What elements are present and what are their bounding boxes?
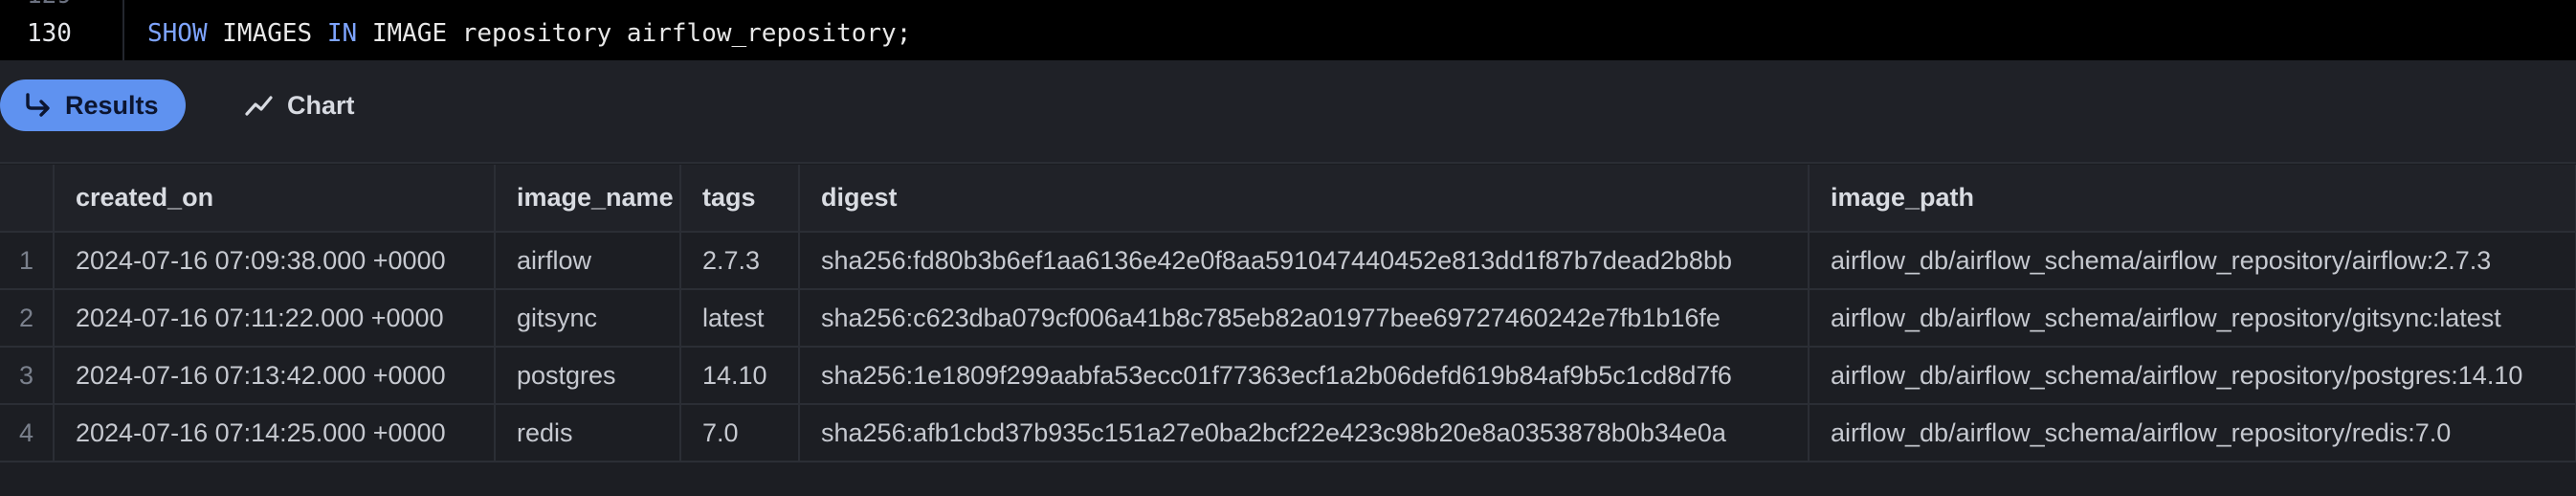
trend-line-icon (245, 94, 274, 117)
cell-tags[interactable]: latest (680, 289, 800, 348)
cell-digest[interactable]: sha256:1e1809f299aabfa53ecc01f77363ecf1a… (799, 347, 1810, 405)
tab-results-label: Results (65, 90, 159, 120)
cell-digest[interactable]: sha256:fd80b3b6ef1aa6136e42e0f8aa5910474… (799, 232, 1810, 290)
return-arrow-icon (23, 93, 52, 118)
cell-image-path[interactable]: airflow_db/airflow_schema/airflow_reposi… (1809, 347, 2576, 405)
code-images: IMAGES (207, 19, 327, 48)
cell-image-path[interactable]: airflow_db/airflow_schema/airflow_reposi… (1809, 289, 2576, 348)
cell-image-name[interactable]: gitsync (495, 289, 681, 348)
column-header-image-name[interactable]: image_name (495, 165, 681, 233)
cell-created-on[interactable]: 2024-07-16 07:14:25.000 +0000 (54, 404, 496, 462)
line-number-current: 130 (27, 19, 72, 48)
table-row[interactable]: 3 2024-07-16 07:13:42.000 +0000 postgres… (0, 347, 2576, 405)
column-header-created-on[interactable]: created_on (54, 165, 496, 233)
table-row[interactable]: 2 2024-07-16 07:11:22.000 +0000 gitsync … (0, 289, 2576, 348)
code-line[interactable]: SHOW IMAGES IN IMAGE repository airflow_… (147, 19, 911, 48)
table-row[interactable]: 4 2024-07-16 07:14:25.000 +0000 redis 7.… (0, 404, 2576, 462)
row-index: 1 (0, 232, 55, 290)
line-number-gutter: 129 130 (0, 0, 124, 60)
column-header-digest[interactable]: digest (799, 165, 1810, 233)
tab-chart[interactable]: Chart (222, 79, 366, 131)
line-number-prev: 129 (27, 0, 72, 10)
header-row: created_on image_name tags digest image_… (0, 165, 2576, 233)
table-row[interactable]: 1 2024-07-16 07:09:38.000 +0000 airflow … (0, 232, 2576, 290)
cell-created-on[interactable]: 2024-07-16 07:11:22.000 +0000 (54, 289, 496, 348)
row-index: 4 (0, 404, 55, 462)
tab-results[interactable]: Results (0, 79, 186, 131)
results-toolbar: Results Chart (0, 60, 2576, 164)
cell-image-name[interactable]: postgres (495, 347, 681, 405)
row-index-header (0, 165, 55, 233)
column-header-image-path[interactable]: image_path (1809, 165, 2576, 233)
cell-created-on[interactable]: 2024-07-16 07:09:38.000 +0000 (54, 232, 496, 290)
sql-editor[interactable]: 129 130 SHOW IMAGES IN IMAGE repository … (0, 0, 2576, 60)
cell-tags[interactable]: 14.10 (680, 347, 800, 405)
cell-tags[interactable]: 2.7.3 (680, 232, 800, 290)
keyword-in: IN (326, 19, 358, 48)
results-grid: created_on image_name tags digest image_… (0, 165, 2576, 496)
results-table: created_on image_name tags digest image_… (0, 165, 2576, 462)
row-index: 3 (0, 347, 55, 405)
cell-digest[interactable]: sha256:afb1cbd37b935c151a27e0ba2bcf22e42… (799, 404, 1810, 462)
grid-empty-area (0, 463, 2576, 496)
cell-image-name[interactable]: redis (495, 404, 681, 462)
cell-digest[interactable]: sha256:c623dba079cf006a41b8c785eb82a0197… (799, 289, 1810, 348)
cell-tags[interactable]: 7.0 (680, 404, 800, 462)
cell-created-on[interactable]: 2024-07-16 07:13:42.000 +0000 (54, 347, 496, 405)
code-rest: IMAGE repository airflow_repository; (357, 19, 912, 48)
cell-image-name[interactable]: airflow (495, 232, 681, 290)
tab-chart-label: Chart (287, 90, 355, 120)
cell-image-path[interactable]: airflow_db/airflow_schema/airflow_reposi… (1809, 232, 2576, 290)
cell-image-path[interactable]: airflow_db/airflow_schema/airflow_reposi… (1809, 404, 2576, 462)
row-index: 2 (0, 289, 55, 348)
column-header-tags[interactable]: tags (680, 165, 800, 233)
keyword-show: SHOW (147, 19, 208, 48)
